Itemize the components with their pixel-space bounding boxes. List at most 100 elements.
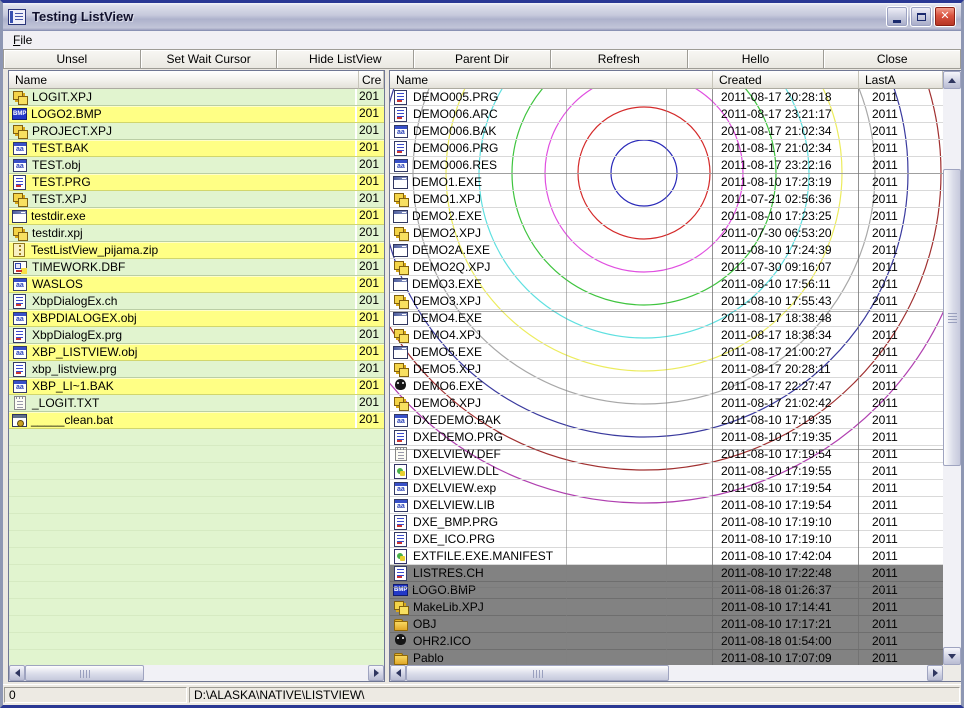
scrollbar-thumb[interactable] [25,665,144,681]
list-item[interactable]: DEMO6.XPJ2011-08-17 21:02:422011 [390,395,943,412]
file-name-text: DEMO006.BAK [413,124,496,138]
list-item[interactable]: EXTFILE.EXE.MANIFEST2011-08-10 17:42:042… [390,548,943,565]
list-item[interactable]: TIMEWORK.DBF201 [9,259,384,276]
scroll-left-button[interactable] [9,665,25,681]
created-cell: 2011-07-21 02:56:36 [716,192,867,206]
created-cell: 2011-08-10 17:14:41 [716,600,867,614]
created-cell: 2011-08-17 18:38:34 [716,328,867,342]
list-item[interactable]: DXEDEMO.PRG2011-08-10 17:19:352011 [390,429,943,446]
file-name-text: xbp_listview.prg [32,362,117,376]
list-item[interactable]: DXEDEMO.BAK2011-08-10 17:19:352011 [390,412,943,429]
toolbar-button-unsel[interactable]: Unsel [3,49,140,69]
created-cell: 201 [355,89,384,105]
file-name-cell: DEMO4.XPJ [390,327,716,343]
list-item[interactable]: DEMO6.EXE2011-08-17 22:27:472011 [390,378,943,395]
list-item[interactable]: MakeLib.XPJ2011-08-10 17:14:412011 [390,599,943,616]
list-item[interactable]: _LOGIT.TXT201 [9,395,384,412]
list-item[interactable]: testdir.exe201 [9,208,384,225]
column-header-created[interactable]: Created [713,71,859,89]
doc-icon [394,141,407,156]
list-item[interactable]: OBJ2011-08-10 17:17:212011 [390,616,943,633]
file-name-cell: DXELVIEW.exp [390,481,716,496]
list-item[interactable]: OHR2.ICO2011-08-18 01:54:002011 [390,633,943,650]
list-item[interactable]: DEMO3.EXE2011-08-10 17:56:112011 [390,276,943,293]
list-item[interactable]: XBP_LISTVIEW.obj201 [9,344,384,361]
list-item[interactable]: XBP_LI~1.BAK201 [9,378,384,395]
list-item[interactable]: LOGO2.BMP201 [9,106,384,123]
app-icon[interactable] [8,9,26,25]
column-header-name[interactable]: Name [390,71,713,89]
list-item[interactable]: DEMO5.EXE2011-08-17 21:00:272011 [390,344,943,361]
list-item[interactable]: DEMO4.XPJ2011-08-17 18:38:342011 [390,327,943,344]
list-item[interactable]: XBPDIALOGEX.obj201 [9,310,384,327]
right-vertical-scrollbar[interactable] [943,71,961,665]
list-item[interactable]: DEMO5.XPJ2011-08-17 20:28:112011 [390,361,943,378]
menu-item-file[interactable]: File [7,32,38,48]
column-header-cre[interactable]: Cre [359,71,384,89]
list-item[interactable]: LISTRES.CH2011-08-10 17:22:482011 [390,565,943,582]
list-item[interactable]: TEST.obj201 [9,157,384,174]
list-item[interactable]: DEMO006.BAK2011-08-17 21:02:342011 [390,123,943,140]
list-item[interactable]: XbpDialogEx.prg201 [9,327,384,344]
list-item[interactable]: DEMO006.ARC2011-08-17 23:21:172011 [390,106,943,123]
list-item[interactable]: Pablo2011-08-10 17:07:092011 [390,650,943,665]
list-item[interactable]: _____clean.bat201 [9,412,384,429]
toolbar-button-set-wait-cursor[interactable]: Set Wait Cursor [140,49,277,69]
list-item[interactable]: PROJECT.XPJ201 [9,123,384,140]
file-name-text: DEMO2Q.XPJ [413,260,490,274]
list-item[interactable]: DEMO2.XPJ2011-07-30 06:53:202011 [390,225,943,242]
list-item[interactable]: TEST.BAK201 [9,140,384,157]
list-item[interactable]: LOGO.BMP2011-08-18 01:26:372011 [390,582,943,599]
list-item[interactable]: testdir.xpj201 [9,225,384,242]
list-item[interactable]: DXELVIEW.LIB2011-08-10 17:19:542011 [390,497,943,514]
column-header-lasta[interactable]: LastA [859,71,943,89]
list-item[interactable]: DXE_ICO.PRG2011-08-10 17:19:102011 [390,531,943,548]
toolbar-button-hide-listview[interactable]: Hide ListView [276,49,413,69]
list-item[interactable]: DEMO005.PRG2011-08-17 20:28:182011 [390,89,943,106]
toolbar-button-hello[interactable]: Hello [687,49,824,69]
toolbar-button-close[interactable]: Close [823,49,961,69]
close-button[interactable]: ✕ [934,6,956,27]
minimize-button[interactable] [886,6,908,27]
list-item[interactable]: DXELVIEW.exp2011-08-10 17:19:542011 [390,480,943,497]
scrollbar-thumb[interactable] [943,169,961,466]
scroll-right-button[interactable] [368,665,384,681]
column-header-name[interactable]: Name [9,71,359,89]
left-horizontal-scrollbar[interactable] [9,665,384,681]
list-item[interactable]: XbpDialogEx.ch201 [9,293,384,310]
title-bar[interactable]: Testing ListView ✕ [3,3,961,31]
toolbar-button-parent-dir[interactable]: Parent Dir [413,49,550,69]
list-item[interactable]: DEMO006.RES2011-08-17 23:22:162011 [390,157,943,174]
toolbar-button-refresh[interactable]: Refresh [550,49,687,69]
list-item[interactable]: DEMO3.XPJ2011-08-10 17:55:432011 [390,293,943,310]
scroll-left-button[interactable] [390,665,406,681]
list-item[interactable]: DXE_BMP.PRG2011-08-10 17:19:102011 [390,514,943,531]
list-item[interactable]: DXELVIEW.DLL2011-08-10 17:19:552011 [390,463,943,480]
list-item[interactable]: DXELVIEW.DEF2011-08-10 17:19:542011 [390,446,943,463]
list-item[interactable]: TestListView_pijama.zip201 [9,242,384,259]
list-item[interactable]: WASLOS201 [9,276,384,293]
xpj-icon [393,191,409,207]
list-item[interactable]: DEMO2Q.XPJ2011-07-30 09:16:072011 [390,259,943,276]
list-item[interactable]: DEMO2A.EXE2011-08-10 17:24:392011 [390,242,943,259]
objwin-icon [13,346,27,359]
scrollbar-thumb[interactable] [406,665,669,681]
scroll-right-button[interactable] [927,665,943,681]
right-horizontal-scrollbar[interactable] [390,665,943,681]
list-item[interactable]: DEMO006.PRG2011-08-17 21:02:342011 [390,140,943,157]
doc-icon [394,90,407,105]
file-name-cell: _____clean.bat [9,413,355,428]
list-item[interactable]: DEMO1.EXE2011-08-10 17:23:192011 [390,174,943,191]
list-item[interactable]: LOGIT.XPJ201 [9,89,384,106]
list-item[interactable]: DEMO1.XPJ2011-07-21 02:56:362011 [390,191,943,208]
file-name-text: TestListView_pijama.zip [31,243,158,257]
scroll-down-button[interactable] [943,647,961,665]
scroll-up-button[interactable] [943,71,961,89]
list-item[interactable]: TEST.XPJ201 [9,191,384,208]
list-item[interactable]: TEST.PRG201 [9,174,384,191]
file-name-cell: DEMO2.XPJ [390,225,716,241]
list-item[interactable]: xbp_listview.prg201 [9,361,384,378]
maximize-button[interactable] [910,6,932,27]
list-item[interactable]: DEMO4.EXE2011-08-17 18:38:482011 [390,310,943,327]
list-item[interactable]: DEMO2.EXE2011-08-10 17:23:252011 [390,208,943,225]
